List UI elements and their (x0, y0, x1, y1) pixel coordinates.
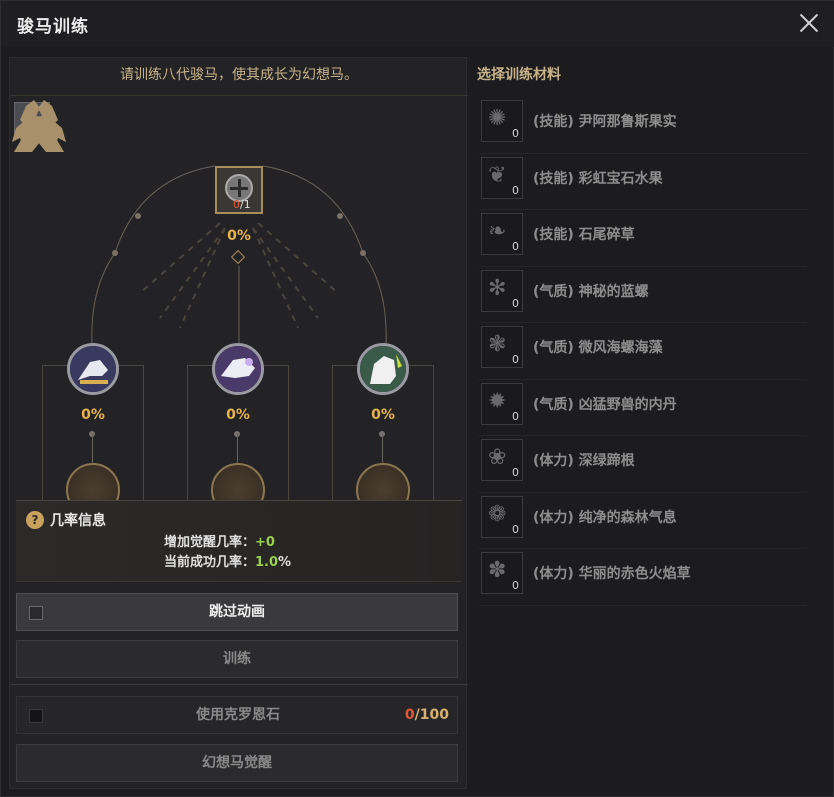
training-panel: 请训练八代骏马，使其成长为幻想马。 ? (9, 57, 468, 789)
material-item[interactable]: ❀ 0 (体力) 深绿蹄根 (479, 436, 807, 493)
material-item[interactable]: ❃ 0 (气质) 微风海螺海藻 (479, 323, 807, 380)
column-line (382, 433, 383, 463)
seaweed-icon: ❃ 0 (481, 326, 523, 368)
temperament-horse-avatar (212, 343, 264, 395)
skip-animation-checkbox[interactable] (29, 606, 43, 620)
gem-fruit-icon: ❦ 0 (481, 156, 523, 199)
material-label: (体力) 华丽的赤色火焰草 (533, 566, 691, 582)
column-line (237, 433, 238, 463)
horse-emblem-right (12, 100, 64, 152)
divider (10, 684, 468, 685)
skill-percent: 0% (81, 407, 105, 423)
root-icon: ❀ 0 (481, 439, 523, 481)
stamina-horse-avatar (357, 343, 409, 395)
material-item[interactable]: ✻ 0 (气质) 神秘的蓝螺 (479, 267, 807, 323)
material-label: (气质) 神秘的蓝螺 (533, 283, 649, 300)
instruction-text: 请训练八代骏马，使其成长为幻想马。 (10, 58, 468, 96)
temperament-percent: 0% (226, 407, 250, 423)
use-crone-stone-row[interactable]: 使用克罗恩石 0/100 (16, 696, 458, 734)
training-tree: 0/1 0% 0% 技能 0% (10, 98, 468, 558)
stamina-percent: 0% (371, 407, 395, 423)
material-list-title: 选择训练材料 (477, 67, 561, 83)
column-line (92, 433, 93, 463)
title-bar: 骏马训练 (1, 1, 834, 47)
horse-training-window: 骏马训练 请训练八代骏马，使其成长为幻想马。 ? (0, 0, 834, 797)
skip-animation-toggle[interactable]: 跳过动画 (16, 593, 458, 631)
material-item[interactable]: ❁ 0 (体力) 纯净的森林气息 (479, 493, 807, 549)
material-label: (气质) 微风海螺海藻 (533, 340, 663, 356)
use-crone-stone-label: 使用克罗恩石 (196, 707, 280, 723)
herb-icon: ❧ 0 (481, 213, 523, 255)
material-label: (技能) 石尾碎草 (533, 227, 635, 243)
success-rate-row: 当前成功几率：1.0% (164, 555, 292, 570)
material-label: (气质) 凶猛野兽的内丹 (533, 396, 677, 413)
material-item[interactable]: ✹ 0 (气质) 凶猛野兽的内丹 (479, 380, 807, 436)
material-item[interactable]: ✺ 0 (技能) 尹阿那鲁斯果实 (479, 97, 807, 154)
material-item[interactable]: ❦ 0 (技能) 彩虹宝石水果 (479, 154, 807, 210)
fantasy-horse-slot[interactable]: 0/1 (215, 166, 263, 214)
material-list: ✺ 0 (技能) 尹阿那鲁斯果实 ❦ 0 (技能) 彩虹宝石水果 ❧ 0 (技能) 石… (479, 97, 807, 606)
fantasy-horse-awaken-button[interactable]: 幻想马觉醒 (16, 744, 458, 782)
window-title: 骏马训练 (17, 17, 89, 37)
fruit-icon: ✺ 0 (481, 100, 523, 142)
core-icon: ✹ 0 (481, 382, 523, 425)
probability-title: 几率信息 (50, 513, 106, 529)
probability-info: ? 几率信息 增加觉醒几率：+0 当前成功几率：1.0% (16, 500, 462, 582)
material-label: (技能) 尹阿那鲁斯果实 (533, 114, 677, 130)
center-percent: 0% (227, 228, 251, 244)
question-icon: ? (26, 511, 44, 529)
skill-horse-avatar (67, 343, 119, 395)
horse-slot-count: 0/1 (233, 198, 251, 211)
crone-stone-count: 0/100 (404, 707, 449, 723)
awaken-rate-row: 增加觉醒几率：+0 (164, 535, 275, 550)
skip-animation-label: 跳过动画 (209, 604, 265, 620)
shell-icon: ✻ 0 (481, 269, 523, 312)
material-item[interactable]: ❧ 0 (技能) 石尾碎草 (479, 210, 807, 267)
material-label: (体力) 纯净的森林气息 (533, 509, 677, 526)
material-item[interactable]: ✽ 0 (体力) 华丽的赤色火焰草 (479, 549, 807, 606)
material-label: (体力) 深绿蹄根 (533, 453, 635, 469)
forest-icon: ❁ 0 (481, 495, 523, 538)
close-icon[interactable] (797, 11, 821, 35)
train-button[interactable]: 训练 (16, 640, 458, 678)
flame-herb-icon: ✽ 0 (481, 552, 523, 594)
material-label: (技能) 彩虹宝石水果 (533, 170, 663, 187)
